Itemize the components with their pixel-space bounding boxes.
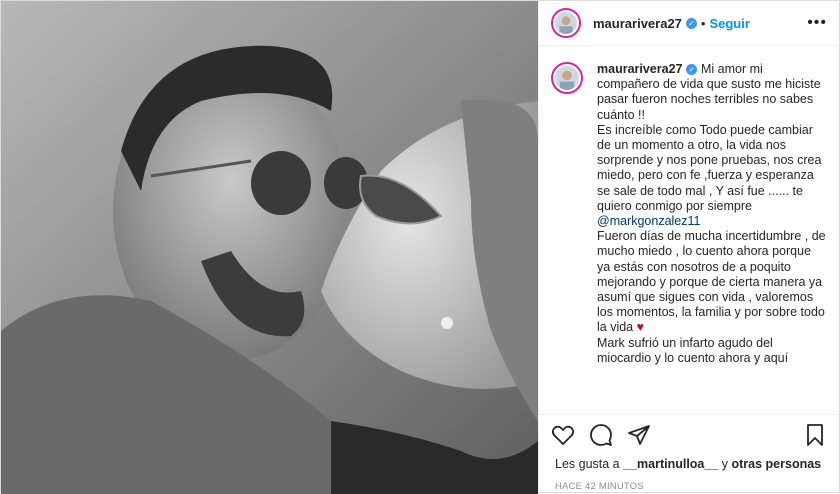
heart-outline-icon[interactable] <box>551 423 575 447</box>
caption-avatar-image <box>555 66 579 90</box>
caption-verified-icon: ✓ <box>686 64 698 76</box>
instagram-post: maurarivera27 ✓ • Seguir ••• maurarivera… <box>0 0 840 494</box>
verified-badge-icon: ✓ <box>685 17 697 29</box>
post-timestamp[interactable]: HACE 42 MINUTOS <box>539 471 839 492</box>
post-header: maurarivera27 ✓ • Seguir ••• <box>539 1 839 46</box>
mention-link[interactable]: @markgonzalez11 <box>597 214 700 228</box>
separator-dot: • <box>700 15 706 31</box>
caption-text: maurarivera27 ✓ Mi amor mi compañero de v… <box>597 62 827 366</box>
post-image <box>1 1 538 494</box>
share-icon[interactable] <box>627 423 651 447</box>
post-photo[interactable] <box>1 1 538 494</box>
likes-line: Les gusta a __martinulloa__ y otras pers… <box>539 457 839 471</box>
caption: maurarivera27 ✓ Mi amor mi compañero de v… <box>551 62 827 366</box>
comment-icon[interactable] <box>589 423 613 447</box>
username-link[interactable]: maurarivera27 <box>593 16 682 31</box>
caption-body-1: Mi amor mi compañero de vida que susto m… <box>597 62 822 213</box>
red-heart-emoji: ♥ <box>636 320 645 335</box>
action-bar <box>539 414 839 455</box>
likes-middle: y <box>718 457 732 471</box>
avatar[interactable] <box>551 8 581 38</box>
caption-body-2: Fueron días de mucha incertidumbre , de … <box>597 229 826 335</box>
follow-button[interactable]: Seguir <box>709 16 749 31</box>
bookmark-icon[interactable] <box>803 423 827 447</box>
caption-body-3: Mark sufrió un infarto agudo del miocard… <box>597 335 789 365</box>
avatar-image <box>555 12 577 34</box>
post-sidebar: maurarivera27 ✓ • Seguir ••• maurarivera… <box>538 1 839 492</box>
other-likers-link[interactable]: otras personas <box>732 457 822 471</box>
caption-username[interactable]: maurarivera27 <box>597 62 682 76</box>
caption-avatar[interactable] <box>551 62 583 94</box>
comments-area[interactable]: maurarivera27 ✓ Mi amor mi compañero de v… <box>539 46 839 414</box>
more-options-icon[interactable]: ••• <box>807 14 827 32</box>
liker-username[interactable]: __martinulloa__ <box>623 457 718 471</box>
likes-prefix: Les gusta a <box>555 457 624 471</box>
